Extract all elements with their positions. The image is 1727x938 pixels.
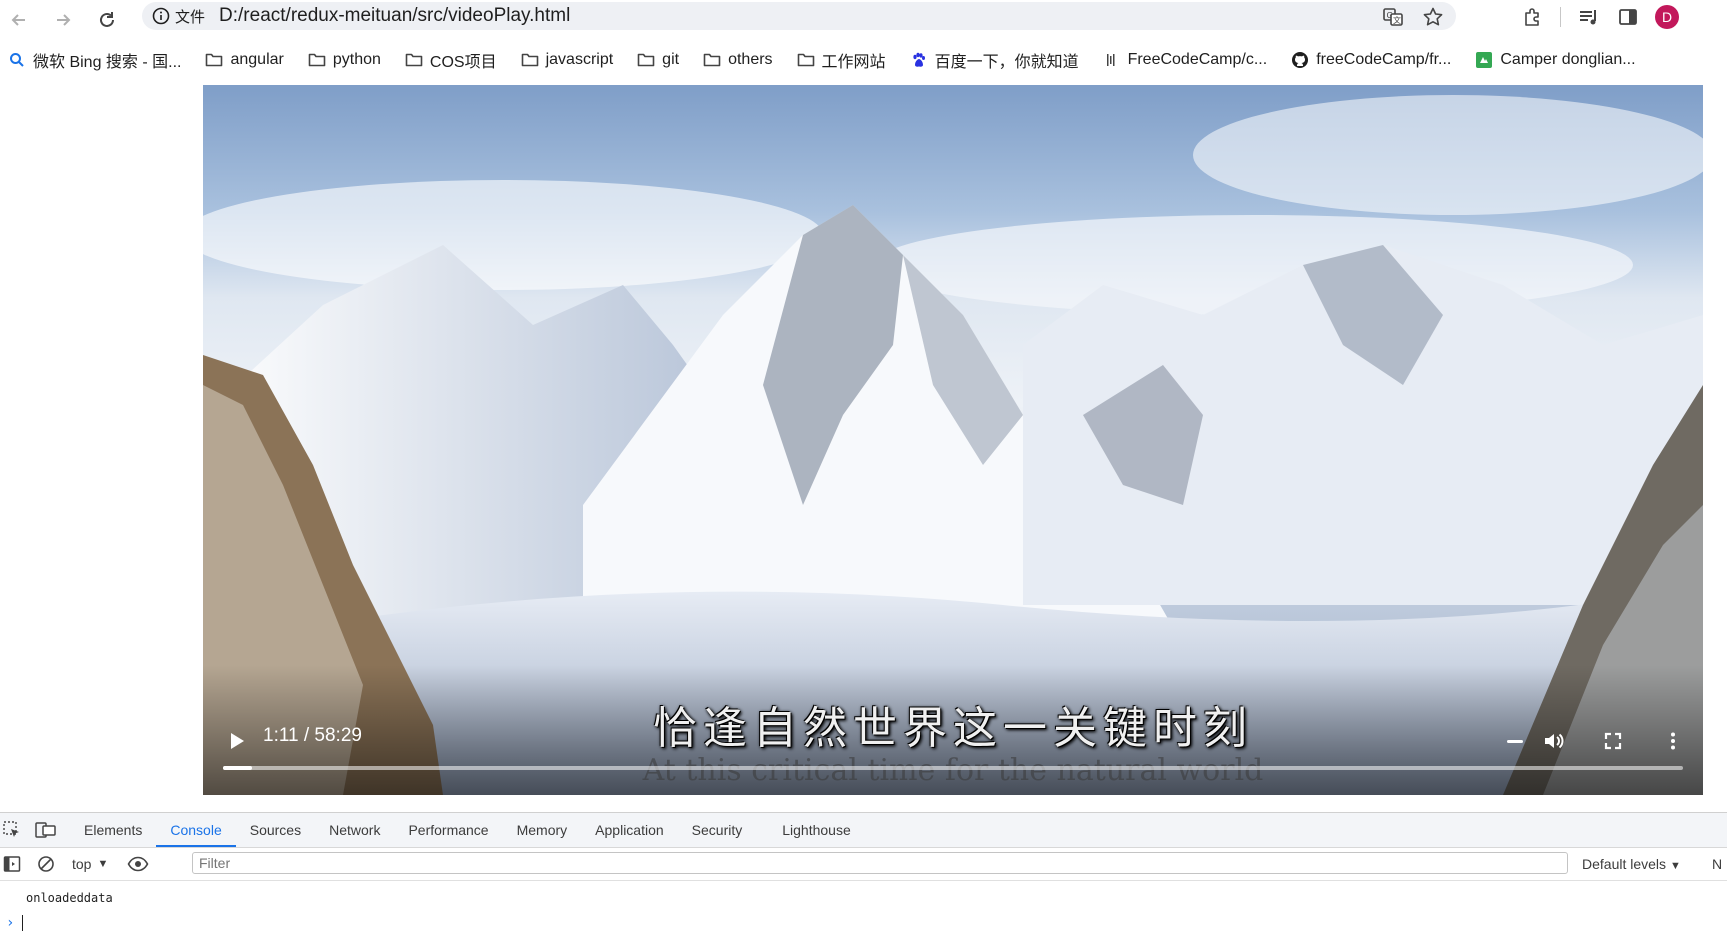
forward-arrow-icon — [57, 14, 71, 26]
toolbar-divider — [1560, 7, 1561, 27]
github-icon — [1291, 51, 1309, 69]
sidebar-toggle-icon — [3, 856, 21, 872]
console-filter-input[interactable] — [192, 852, 1568, 874]
fullscreen-button[interactable] — [1599, 727, 1627, 755]
device-toggle-icon — [35, 822, 56, 838]
site-info-button[interactable]: 文件 — [152, 6, 205, 27]
profile-avatar[interactable]: D — [1655, 5, 1679, 29]
bookmark-folder-javascript[interactable]: javascript — [521, 51, 613, 69]
folder-icon — [205, 51, 223, 69]
log-levels-dropdown[interactable]: Default levels ▼ — [1582, 856, 1681, 872]
fullscreen-icon — [1604, 732, 1622, 750]
translate-icon: G文 — [1383, 8, 1403, 26]
dropdown-triangle-icon: ▼ — [1669, 860, 1681, 872]
devtools-tab-security[interactable]: Security — [678, 813, 757, 847]
eye-icon — [127, 856, 149, 872]
console-toolbar: top ▼ Default levels ▼ N — [0, 848, 1727, 881]
bookmark-folder-others[interactable]: others — [703, 51, 773, 69]
devtools-tab-network[interactable]: Network — [315, 813, 394, 847]
devtools-tab-performance[interactable]: Performance — [394, 813, 502, 847]
bookmark-camper[interactable]: Camper donglian... — [1475, 51, 1636, 69]
bookmark-bing[interactable]: 微软 Bing 搜索 - 国... — [8, 48, 181, 72]
devtools-tab-application[interactable]: Application — [581, 813, 678, 847]
console-log-message: onloadeddata — [26, 891, 113, 905]
inspect-element-button[interactable] — [0, 818, 24, 842]
play-button[interactable] — [223, 727, 251, 755]
console-sidebar-toggle[interactable] — [0, 852, 24, 876]
folder-icon — [308, 51, 326, 69]
minus-icon — [1507, 740, 1523, 743]
context-selector[interactable]: top ▼ — [72, 856, 108, 872]
devtools-tab-memory[interactable]: Memory — [503, 813, 582, 847]
bookmarks-bar: 微软 Bing 搜索 - 国... angular python COS项目 j… — [0, 44, 1727, 76]
live-expression-button[interactable] — [126, 852, 150, 876]
back-arrow-icon — [11, 14, 25, 26]
freecodecamp-icon — [1103, 51, 1121, 69]
translate-button[interactable]: G文 — [1380, 4, 1406, 30]
side-panel-button[interactable] — [1615, 4, 1641, 30]
device-toolbar-button[interactable] — [34, 818, 58, 842]
console-prompt-chevron-icon: › — [6, 915, 15, 931]
devtools-tab-sources[interactable]: Sources — [236, 813, 315, 847]
bookmark-freecodecamp-c[interactable]: FreeCodeCamp/c... — [1103, 51, 1267, 69]
side-panel-icon — [1619, 9, 1637, 25]
star-icon — [1423, 7, 1443, 26]
devtools-panel: Elements Console Sources Network Perform… — [0, 812, 1727, 938]
volume-icon — [1545, 733, 1564, 749]
media-playlist-icon — [1580, 10, 1596, 25]
console-input-caret[interactable] — [22, 915, 23, 931]
bookmark-baidu[interactable]: 百度一下，你就知道 — [910, 48, 1079, 72]
devtools-tab-elements[interactable]: Elements — [70, 813, 156, 847]
browser-toolbar: 文件 D:/react/redux-meituan/src/videoPlay.… — [0, 0, 1727, 40]
clear-circle-icon — [38, 856, 54, 872]
devtools-tab-console[interactable]: Console — [156, 813, 237, 847]
more-options-button[interactable] — [1659, 727, 1687, 755]
play-icon — [231, 733, 244, 749]
camper-icon — [1475, 51, 1493, 69]
issues-counter-truncated[interactable]: N — [1712, 856, 1722, 872]
devtools-tab-lighthouse[interactable]: Lighthouse — [768, 813, 865, 847]
svg-text:文: 文 — [1393, 15, 1401, 25]
bookmark-folder-angular[interactable]: angular — [205, 51, 284, 69]
subtitle-english: At this critical time for the natural wo… — [642, 753, 1264, 788]
address-bar[interactable]: 文件 D:/react/redux-meituan/src/videoPlay.… — [142, 2, 1456, 30]
folder-icon — [521, 51, 539, 69]
time-display: 1:11 / 58:29 — [263, 725, 362, 746]
clear-console-button[interactable] — [34, 852, 58, 876]
inspect-cursor-icon — [3, 821, 19, 837]
mute-button[interactable] — [1539, 727, 1567, 755]
url-text[interactable]: D:/react/redux-meituan/src/videoPlay.htm… — [219, 5, 570, 27]
volume-slider-collapsed[interactable] — [1501, 727, 1529, 755]
reload-icon — [100, 12, 114, 27]
baidu-icon — [910, 51, 928, 69]
forward-button[interactable] — [49, 6, 77, 34]
dropdown-triangle-icon: ▼ — [97, 858, 109, 870]
search-icon — [8, 51, 26, 69]
bookmark-folder-git[interactable]: git — [637, 51, 679, 69]
bookmark-folder-cos[interactable]: COS项目 — [405, 48, 497, 72]
back-button[interactable] — [5, 6, 33, 34]
site-info-label: 文件 — [175, 8, 206, 26]
media-control-button[interactable] — [1575, 4, 1601, 30]
bookmark-folder-python[interactable]: python — [308, 51, 381, 69]
reload-button[interactable] — [93, 6, 121, 34]
bookmark-folder-work[interactable]: 工作网站 — [797, 48, 886, 72]
log-levels-label: Default levels — [1582, 856, 1667, 872]
folder-icon — [703, 51, 721, 69]
folder-icon — [637, 51, 655, 69]
info-icon — [152, 7, 170, 25]
folder-icon — [405, 51, 423, 69]
folder-icon — [797, 51, 815, 69]
context-label: top — [72, 856, 92, 872]
vertical-dots-icon — [1671, 732, 1675, 750]
extensions-button[interactable] — [1520, 4, 1546, 30]
video-player[interactable]: At this critical time for the natural wo… — [203, 85, 1703, 795]
seek-bar[interactable] — [223, 766, 1683, 770]
puzzle-icon — [1525, 8, 1539, 26]
subtitle-chinese: 恰逢自然世界这一关键时刻 — [653, 703, 1253, 754]
bookmark-freecodecamp-fr[interactable]: freeCodeCamp/fr... — [1291, 51, 1451, 69]
seek-bar-played — [223, 766, 253, 770]
devtools-tab-bar: Elements Console Sources Network Perform… — [0, 813, 1727, 848]
bookmark-star-button[interactable] — [1420, 4, 1446, 30]
